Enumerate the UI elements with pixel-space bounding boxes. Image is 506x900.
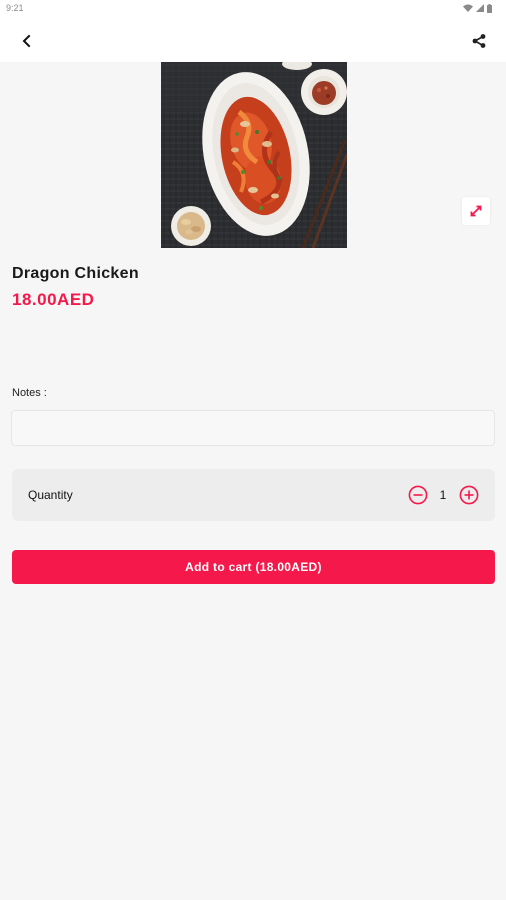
increase-quantity-button[interactable] <box>459 485 479 505</box>
expand-image-button[interactable] <box>462 197 490 225</box>
add-to-cart-button[interactable]: Add to cart (18.00AED) <box>12 550 495 584</box>
share-icon <box>472 34 486 48</box>
share-button[interactable] <box>466 28 492 54</box>
product-image[interactable] <box>161 62 347 248</box>
decrease-quantity-button[interactable] <box>408 485 428 505</box>
back-arrow-icon <box>22 34 31 48</box>
product-price: 18.00AED <box>12 290 95 309</box>
minus-circle-icon <box>408 485 428 505</box>
quantity-card: Quantity 1 <box>12 469 495 521</box>
battery-icon <box>487 3 492 13</box>
back-button[interactable] <box>14 28 40 54</box>
quantity-value: 1 <box>439 488 447 502</box>
cell-signal-icon <box>476 4 484 12</box>
notes-label: Notes : <box>12 387 47 399</box>
app-bar <box>0 16 506 62</box>
plus-circle-icon <box>459 485 479 505</box>
status-time: 9:21 <box>6 3 24 13</box>
status-icons <box>463 3 492 13</box>
notes-input[interactable] <box>11 410 495 446</box>
expand-icon <box>470 205 482 217</box>
quantity-label: Quantity <box>28 488 73 502</box>
wifi-icon <box>463 4 473 12</box>
status-bar: 9:21 <box>0 0 506 16</box>
food-photo-icon <box>161 62 347 248</box>
product-name: Dragon Chicken <box>12 265 139 282</box>
